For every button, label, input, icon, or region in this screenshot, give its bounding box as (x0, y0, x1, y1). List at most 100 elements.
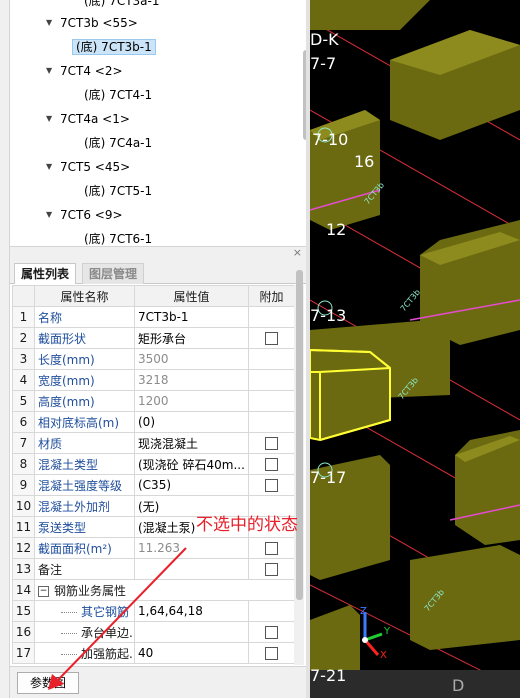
property-value[interactable]: (C35) (134, 474, 249, 496)
selected-pile-cap[interactable] (310, 348, 391, 442)
property-value[interactable]: 3500 (134, 348, 249, 370)
bottom-bar: 参数图 (10, 666, 306, 698)
extra-cell (248, 621, 295, 643)
extra-checkbox[interactable] (265, 437, 278, 450)
property-name: 混凝土外加剂 (38, 499, 111, 514)
extra-checkbox[interactable] (265, 479, 278, 492)
expand-arrow-icon[interactable]: ▼ (46, 156, 56, 178)
extra-cell (248, 306, 295, 328)
table-row[interactable]: 1 名称 7CT3b-1 (12, 306, 295, 328)
table-row[interactable]: 8 混凝土类型 (现浇砼 碎石40m... (12, 453, 295, 475)
table-row[interactable]: 2 截面形状 矩形承台 (12, 327, 295, 349)
row-number: 16 (12, 621, 35, 643)
axis-z-label: Z (360, 606, 367, 617)
row-number: 2 (12, 327, 35, 349)
tree-group-item[interactable]: ▼ 7CT5 <45> (46, 156, 134, 178)
row-number: 5 (12, 390, 35, 412)
property-value[interactable]: 现浇混凝土 (134, 432, 249, 454)
extra-cell (248, 327, 295, 349)
expand-arrow-icon[interactable]: ▼ (46, 60, 56, 82)
row-number: 7 (12, 432, 35, 454)
expand-arrow-icon[interactable]: ▼ (46, 12, 56, 34)
table-row[interactable]: 15 其它钢筋 1,64,64,18 (12, 600, 295, 622)
row-number: 8 (12, 453, 35, 475)
component-tree: (底) 7CT3a-1 ▼ 7CT3b <55> (底) 7CT3b-1 ▼ 7CT4 <… (10, 0, 306, 246)
property-value[interactable]: 矩形承台 (134, 327, 249, 349)
extra-cell (248, 411, 295, 433)
header-property-name: 属性名称 (34, 285, 135, 307)
table-row[interactable]: 12 截面面积(m²) 11.263 (12, 537, 295, 559)
property-value[interactable]: 7CT3b-1 (134, 306, 249, 328)
table-row[interactable]: 4 宽度(mm) 3218 (12, 369, 295, 391)
tree-leaf-item[interactable]: (底) 7C4a-1 (80, 132, 156, 154)
table-row[interactable]: 5 高度(mm) 1200 (12, 390, 295, 412)
table-row[interactable]: 14− 钢筋业务属性 (12, 579, 295, 601)
tree-group-item[interactable]: ▼ 7CT4 <2> (46, 60, 127, 82)
close-icon[interactable]: × (293, 247, 302, 259)
table-row[interactable]: 6 相对底标高(m) (0) (12, 411, 295, 433)
header-index (12, 285, 35, 307)
property-name: 加强筋起... (81, 646, 134, 661)
table-row[interactable]: 3 长度(mm) 3500 (12, 348, 295, 370)
svg-text:7CT3b: 7CT3b (399, 288, 422, 313)
property-rows: 1 名称 7CT3b-1 2 截面形状 矩形承台 3 长度(mm) 3500 4 宽度(mm) 321… (12, 306, 295, 664)
extra-checkbox[interactable] (265, 563, 278, 576)
grid-label-16: 16 (354, 152, 375, 171)
extra-checkbox[interactable] (265, 542, 278, 555)
axis-y-label: Y (384, 626, 391, 637)
grid-label-7-7: 7-7 (310, 54, 337, 73)
row-number: 4 (12, 369, 35, 391)
panel-divider[interactable]: × (10, 246, 306, 260)
expand-arrow-icon[interactable]: ▼ (46, 108, 56, 130)
expand-arrow-icon[interactable]: ▼ (46, 204, 56, 226)
left-dock-strip (0, 0, 10, 698)
table-row[interactable]: 7 材质 现浇混凝土 (12, 432, 295, 454)
tab-property-list[interactable]: 属性列表 (14, 263, 77, 284)
table-row[interactable]: 9 混凝土强度等级 (C35) (12, 474, 295, 496)
parameter-diagram-button[interactable]: 参数图 (17, 672, 79, 694)
3d-viewport[interactable]: 7CT3b 7CT3b 7CT3b 7CT3b D-K 7-7 7-10 16 … (310, 0, 520, 698)
tree-leaf-item[interactable]: (底) 7CT3b-1 (72, 36, 156, 58)
property-value[interactable] (134, 558, 249, 580)
property-value[interactable]: 40 (134, 642, 249, 664)
property-value[interactable]: 1200 (134, 390, 249, 412)
tree-leaf-item[interactable]: (底) 7CT6-1 (80, 228, 156, 246)
property-value[interactable]: 1,64,64,18 (134, 600, 249, 622)
property-name: 截面面积(m²) (38, 541, 112, 556)
axis-gizmo (362, 612, 383, 656)
extra-checkbox[interactable] (265, 458, 278, 471)
property-name: 高度(mm) (38, 394, 95, 409)
row-number: 3 (12, 348, 35, 370)
extra-checkbox[interactable] (265, 647, 278, 660)
property-value[interactable]: 3218 (134, 369, 249, 391)
property-name: 泵送类型 (38, 520, 87, 535)
table-row[interactable]: 13 备注 (12, 558, 295, 580)
viewport-scene: 7CT3b 7CT3b 7CT3b 7CT3b (310, 0, 520, 691)
property-value[interactable]: (现浇砼 碎石40m... (134, 453, 249, 475)
extra-cell (248, 474, 295, 496)
tree-group-item[interactable]: ▼ 7CT4a <1> (46, 108, 134, 130)
row-number: 17 (12, 642, 35, 664)
tree-group-item[interactable]: ▼ 7CT3b <55> (46, 12, 142, 34)
tree-leaf-item[interactable]: (底) 7CT5-1 (80, 180, 156, 202)
collapse-icon[interactable]: − (38, 585, 49, 597)
tree-group-item[interactable]: ▼ 7CT6 <9> (46, 204, 127, 226)
table-scrollbar-thumb[interactable] (296, 270, 303, 600)
property-value[interactable] (134, 621, 249, 643)
extra-checkbox[interactable] (265, 626, 278, 639)
extra-cell (248, 558, 295, 580)
tab-layer-management[interactable]: 图层管理 (82, 263, 145, 284)
tree-leaf-item[interactable]: (底) 7CT3a-1 (80, 0, 163, 12)
tree-item-label: (底) 7C4a-1 (84, 136, 153, 150)
tree-item-label: (底) 7CT5-1 (84, 184, 153, 198)
property-table: 属性名称 属性值 附加 1 名称 7CT3b-1 2 截面形状 矩形承台 3 长度(mm) 35… (12, 285, 295, 664)
extra-checkbox[interactable] (265, 332, 278, 345)
axis-x-label: X (380, 650, 387, 661)
extra-cell (248, 642, 295, 664)
property-value[interactable]: 11.263 (134, 537, 249, 559)
property-name: 混凝土类型 (38, 457, 99, 472)
table-row[interactable]: 17 加强筋起...40 (12, 642, 295, 664)
table-row[interactable]: 16 承台单边... (12, 621, 295, 643)
tree-leaf-item[interactable]: (底) 7CT4-1 (80, 84, 156, 106)
property-value[interactable]: (0) (134, 411, 249, 433)
